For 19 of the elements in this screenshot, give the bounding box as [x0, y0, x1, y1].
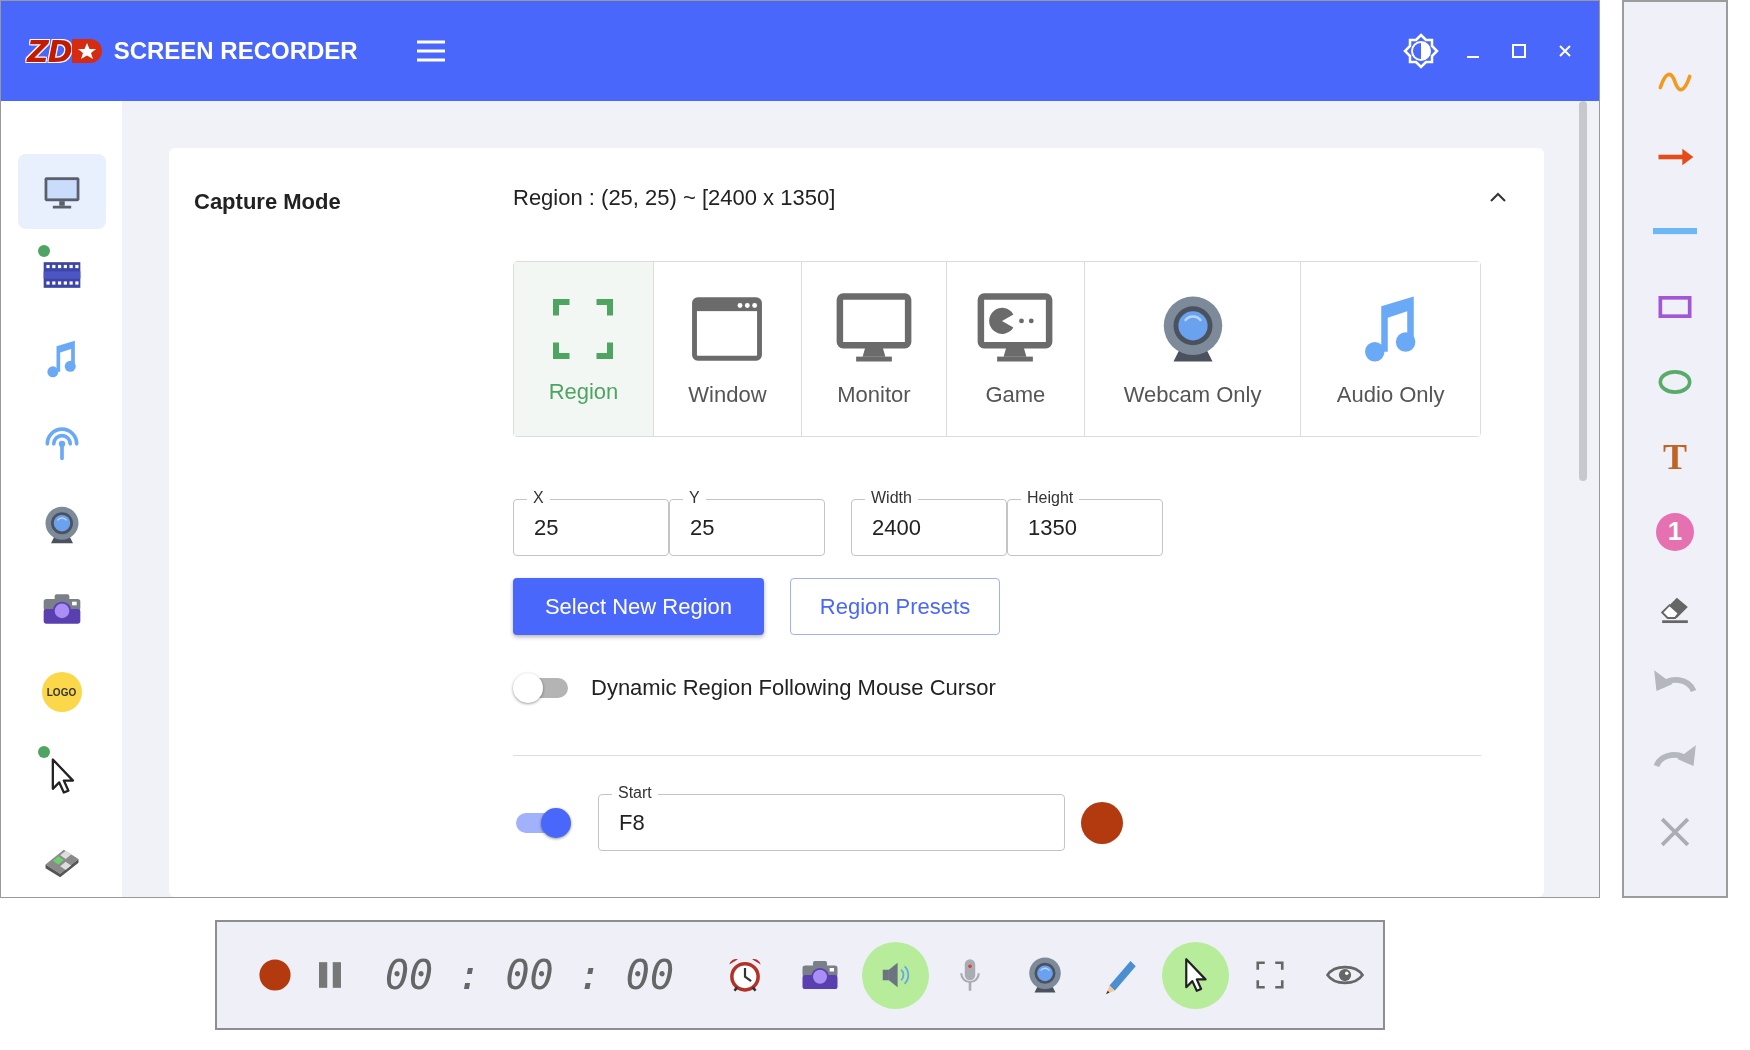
timer-display: 00 : 00 : 00 [385, 952, 674, 998]
text-tool[interactable]: T [1663, 438, 1687, 475]
toggle-label: Dynamic Region Following Mouse Cursor [591, 675, 996, 701]
region-summary: Region : (25, 25) ~ [2400 x 1350] [513, 185, 836, 211]
record-color-swatch[interactable] [1081, 802, 1123, 844]
logo-badge: LOGO [41, 672, 82, 713]
scrollbar-thumb[interactable] [1579, 101, 1587, 481]
star-icon [71, 36, 102, 66]
sidebar-item[interactable]: LOGO [17, 654, 106, 731]
app-title: SCREEN RECORDER [113, 37, 358, 65]
redo-icon [1653, 744, 1697, 769]
presets-button[interactable]: Region Presets [790, 578, 1000, 635]
undo-icon [1653, 669, 1697, 694]
section-title: Capture Mode [194, 189, 342, 215]
menu-icon[interactable] [415, 40, 446, 62]
logo-text: ZD [27, 33, 72, 69]
brightness-icon[interactable] [1403, 33, 1439, 69]
select-region-button[interactable]: Select New Region [513, 578, 764, 635]
sidebar-item[interactable] [17, 154, 106, 230]
